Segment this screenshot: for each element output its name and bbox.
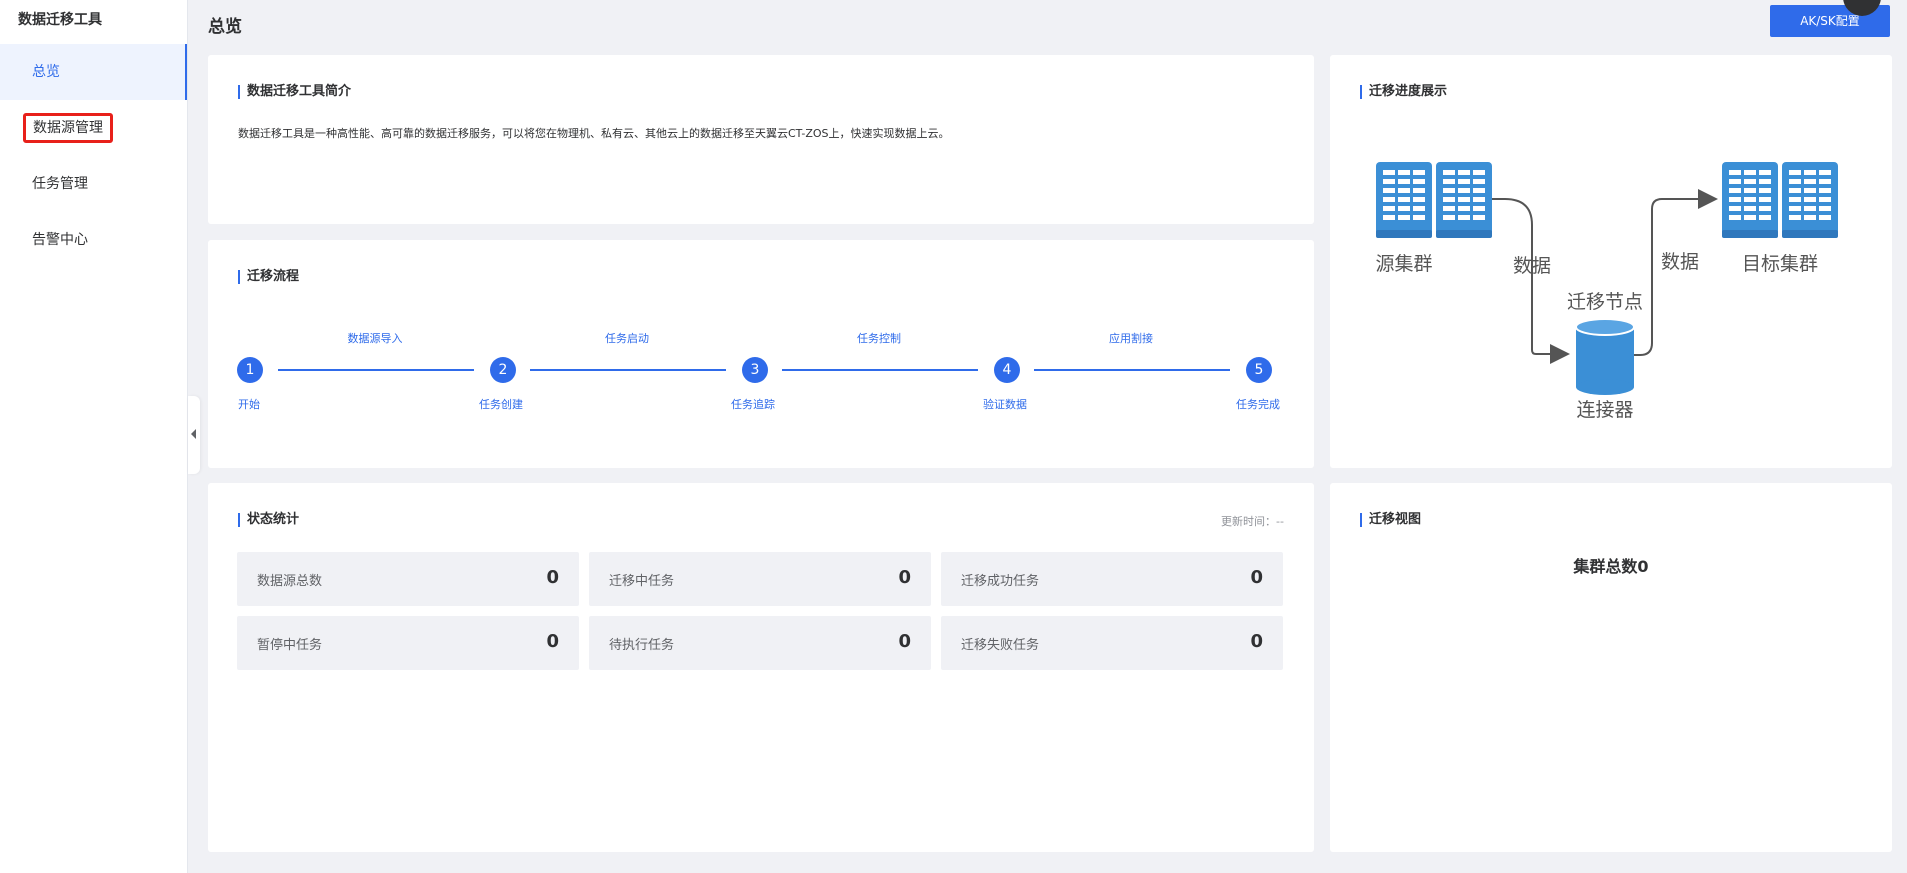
stat-value: 0: [1250, 567, 1263, 588]
cluster-total: 集群总数0: [1573, 557, 1649, 576]
flow-connector-line: [1034, 369, 1230, 371]
flow-connector-line: [278, 369, 474, 371]
flow-connector-line: [530, 369, 726, 371]
flow-step-label: 任务创建: [479, 398, 523, 411]
stat-value: 0: [898, 567, 911, 588]
stat-value: 0: [546, 631, 559, 652]
sidebar-collapse-toggle[interactable]: [188, 396, 200, 474]
update-time: 更新时间：--: [1221, 515, 1284, 528]
flow-card-title: 迁移流程: [238, 270, 299, 284]
intro-card: 数据迁移工具简介 数据迁移工具是一种高性能、高可靠的数据迁移服务，可以将您在物理…: [208, 55, 1314, 224]
flow-step-label: 任务完成: [1236, 398, 1280, 411]
sidebar-item-tasks[interactable]: 任务管理: [0, 156, 187, 212]
flow-connector-line: [782, 369, 978, 371]
data-label-left: 数据: [1513, 255, 1551, 277]
flow-transition-label: 应用割接: [1109, 332, 1153, 345]
stats-card-title: 状态统计: [238, 513, 299, 527]
migration-view-title: 迁移视图: [1360, 513, 1421, 527]
flow-step-number: 5: [1246, 357, 1272, 383]
flow-step-number: 4: [994, 357, 1020, 383]
sidebar-item-overview[interactable]: 总览: [0, 44, 187, 100]
flow-step-number: 2: [490, 357, 516, 383]
stat-value: 0: [546, 567, 559, 588]
sidebar-item-label: 告警中心: [32, 232, 88, 248]
sidebar: 数据迁移工具 总览 数据源管理 任务管理 告警中心: [0, 0, 188, 873]
flow-transition-label: 任务控制: [857, 332, 901, 345]
sidebar-item-label: 任务管理: [32, 176, 88, 192]
flow-card: 迁移流程 数据源导入 任务启动 任务控制 应用割接 1 2 3 4 5 开始 任…: [208, 240, 1314, 468]
sidebar-item-label: 总览: [32, 64, 60, 80]
database-icon: [1575, 318, 1635, 395]
stat-value: 0: [898, 631, 911, 652]
stat-card: 迁移失败任务 0: [941, 616, 1283, 670]
flow-step-label: 任务追踪: [731, 398, 775, 411]
sidebar-item-datasource[interactable]: 数据源管理: [0, 100, 187, 156]
stat-label: 迁移成功任务: [961, 574, 1040, 589]
migration-node-label: 迁移节点: [1567, 291, 1643, 313]
server-icon: [1782, 162, 1838, 238]
stat-value: 0: [1250, 631, 1263, 652]
progress-card: 迁移进度展示 源集群 数据 数据 目标集群 迁移节点 连接器: [1330, 55, 1892, 468]
flow-step-number: 3: [742, 357, 768, 383]
flow-transition-label: 数据源导入: [347, 332, 403, 345]
target-cluster-label: 目标集群: [1742, 253, 1818, 275]
sidebar-item-alerts[interactable]: 告警中心: [0, 212, 187, 268]
sidebar-item-label: 数据源管理: [23, 113, 113, 143]
stat-label: 迁移失败任务: [961, 638, 1040, 653]
stat-label: 数据源总数: [257, 574, 323, 589]
migration-diagram: 源集群 数据 数据 目标集群 迁移节点 连接器: [1375, 162, 1838, 421]
app: 数据迁移工具 总览 数据源管理 任务管理 告警中心 总览 AK/SK配置 数据迁…: [0, 0, 1907, 873]
stats-card: 状态统计 更新时间：-- 数据源总数 0 迁移中任务 0 迁移成功任务 0 暂停…: [208, 483, 1314, 852]
collapse-arrow-icon: [191, 429, 196, 439]
stat-label: 迁移中任务: [609, 574, 675, 589]
migration-view-card: 迁移视图 集群总数0: [1330, 483, 1892, 852]
app-title: 数据迁移工具: [18, 12, 102, 28]
stat-card: 数据源总数 0: [237, 552, 579, 606]
stat-label: 暂停中任务: [257, 638, 323, 653]
flow-step-label: 开始: [238, 398, 260, 411]
server-icon: [1376, 162, 1432, 238]
connector-label: 连接器: [1576, 399, 1633, 421]
page-header: 总览 AK/SK配置: [188, 0, 1907, 48]
stat-card: 迁移中任务 0: [589, 552, 931, 606]
stat-card: 迁移成功任务 0: [941, 552, 1283, 606]
data-label-right: 数据: [1661, 251, 1699, 273]
intro-card-title: 数据迁移工具简介: [238, 85, 351, 99]
server-icon: [1722, 162, 1778, 238]
flow-step-number: 1: [237, 357, 263, 383]
server-icon: [1436, 162, 1492, 238]
intro-text: 数据迁移工具是一种高性能、高可靠的数据迁移服务，可以将您在物理机、私有云、其他云…: [238, 127, 950, 140]
source-cluster-label: 源集群: [1375, 253, 1432, 275]
page-title: 总览: [208, 17, 242, 37]
stat-label: 待执行任务: [609, 638, 675, 653]
stat-card: 暂停中任务 0: [237, 616, 579, 670]
stat-card: 待执行任务 0: [589, 616, 931, 670]
flow-step-label: 验证数据: [983, 398, 1027, 411]
flow-transition-label: 任务启动: [605, 332, 649, 345]
